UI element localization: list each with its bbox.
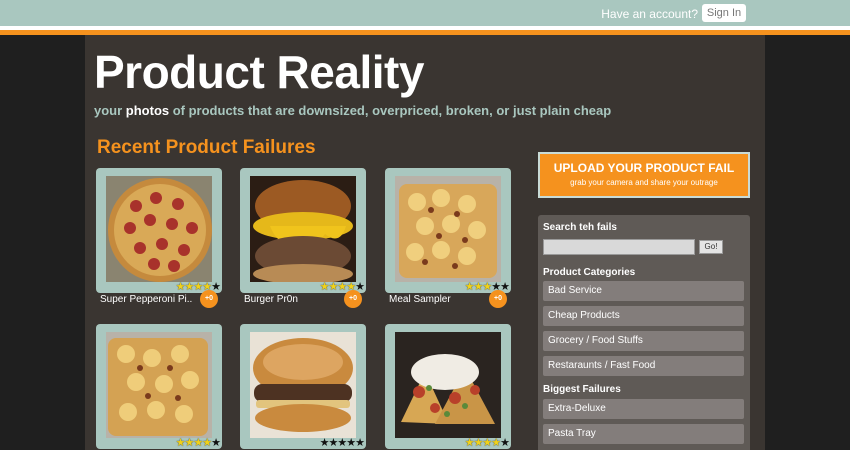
product-photo-nachos[interactable] <box>395 332 501 438</box>
thumb-frame: ★★★★★ <box>240 324 366 449</box>
star-empty-icon[interactable]: ★ <box>500 437 510 449</box>
category-grocery[interactable]: Grocery / Food Stuffs <box>543 331 744 351</box>
account-prompt: Have an account? <box>601 7 698 21</box>
sign-in-button[interactable]: Sign In <box>702 4 746 22</box>
star-filled-icon[interactable]: ★ <box>482 281 492 293</box>
star-filled-icon[interactable]: ★ <box>337 281 347 293</box>
thumb-frame: ★★★★★ <box>240 168 366 293</box>
thumb-frame: ★★★★★ <box>385 168 511 293</box>
search-heading: Search teh fails <box>543 222 617 233</box>
upload-button[interactable]: UPLOAD YOUR PRODUCT FAIL grab your camer… <box>538 152 750 198</box>
rating-stars: ★★★★★ <box>465 437 510 449</box>
thumb-frame: ★★★★★ <box>96 324 222 449</box>
star-filled-icon[interactable]: ★ <box>320 281 330 293</box>
rating-stars: ★★★★★ <box>320 437 365 449</box>
star-filled-icon[interactable]: ★ <box>193 281 203 293</box>
star-filled-icon[interactable]: ★ <box>193 437 203 449</box>
thumb-frame: ★★★★★ <box>96 168 222 293</box>
tagline-post: of products that are downsized, overpric… <box>169 103 612 118</box>
star-empty-icon[interactable]: ★ <box>320 437 330 449</box>
product-photo-pizza[interactable] <box>106 176 212 282</box>
main-panel: Product Reality your photos of products … <box>85 35 765 450</box>
category-restaurants[interactable]: Restaraunts / Fast Food <box>543 356 744 376</box>
upload-title: UPLOAD YOUR PRODUCT FAIL <box>553 161 735 175</box>
product-photo-hamburger[interactable] <box>250 332 356 438</box>
product-photo-burger[interactable] <box>250 176 356 282</box>
product-name[interactable]: Super Pepperoni Pi.. <box>100 294 192 305</box>
star-filled-icon[interactable]: ★ <box>465 281 475 293</box>
rating-stars: ★★★★★ <box>176 437 221 449</box>
thumb-frame: ★★★★★ <box>385 324 511 449</box>
star-filled-icon[interactable]: ★ <box>176 437 186 449</box>
star-filled-icon[interactable]: ★ <box>176 281 186 293</box>
upload-subtitle: grab your camera and share your outrage <box>570 178 718 187</box>
search-input[interactable] <box>543 239 695 255</box>
biggest-heading: Biggest Failures <box>543 384 621 395</box>
sidebar: Search teh fails Go! Product Categories … <box>538 215 750 450</box>
search-go-button[interactable]: Go! <box>699 240 723 254</box>
vote-badge[interactable]: +0 <box>489 290 507 308</box>
star-empty-icon[interactable]: ★ <box>355 437 365 449</box>
biggest-item-pasta-tray[interactable]: Pasta Tray <box>543 424 744 444</box>
product-photo-meal[interactable] <box>395 176 501 282</box>
category-bad-service[interactable]: Bad Service <box>543 281 744 301</box>
star-filled-icon[interactable]: ★ <box>482 437 492 449</box>
product-name[interactable]: Meal Sampler <box>389 294 451 305</box>
tagline: your photos of products that are downsiz… <box>94 103 611 118</box>
categories-heading: Product Categories <box>543 267 636 278</box>
star-filled-icon[interactable]: ★ <box>465 437 475 449</box>
top-bar: Have an account? Sign In <box>0 0 850 26</box>
product-name[interactable]: Burger Pr0n <box>244 294 298 305</box>
category-cheap-products[interactable]: Cheap Products <box>543 306 744 326</box>
star-filled-icon[interactable]: ★ <box>491 437 501 449</box>
star-filled-icon[interactable]: ★ <box>202 437 212 449</box>
product-photo-pasta[interactable] <box>106 332 212 438</box>
tagline-bold: photos <box>125 103 170 118</box>
star-empty-icon[interactable]: ★ <box>346 437 356 449</box>
section-title: Recent Product Failures <box>97 137 316 158</box>
star-empty-icon[interactable]: ★ <box>337 437 347 449</box>
vote-badge[interactable]: +0 <box>200 290 218 308</box>
biggest-item-extra-deluxe[interactable]: Extra-Deluxe <box>543 399 744 419</box>
site-title[interactable]: Product Reality <box>94 45 424 99</box>
tagline-pre: your <box>94 103 126 118</box>
star-empty-icon[interactable]: ★ <box>211 437 221 449</box>
vote-badge[interactable]: +0 <box>344 290 362 308</box>
